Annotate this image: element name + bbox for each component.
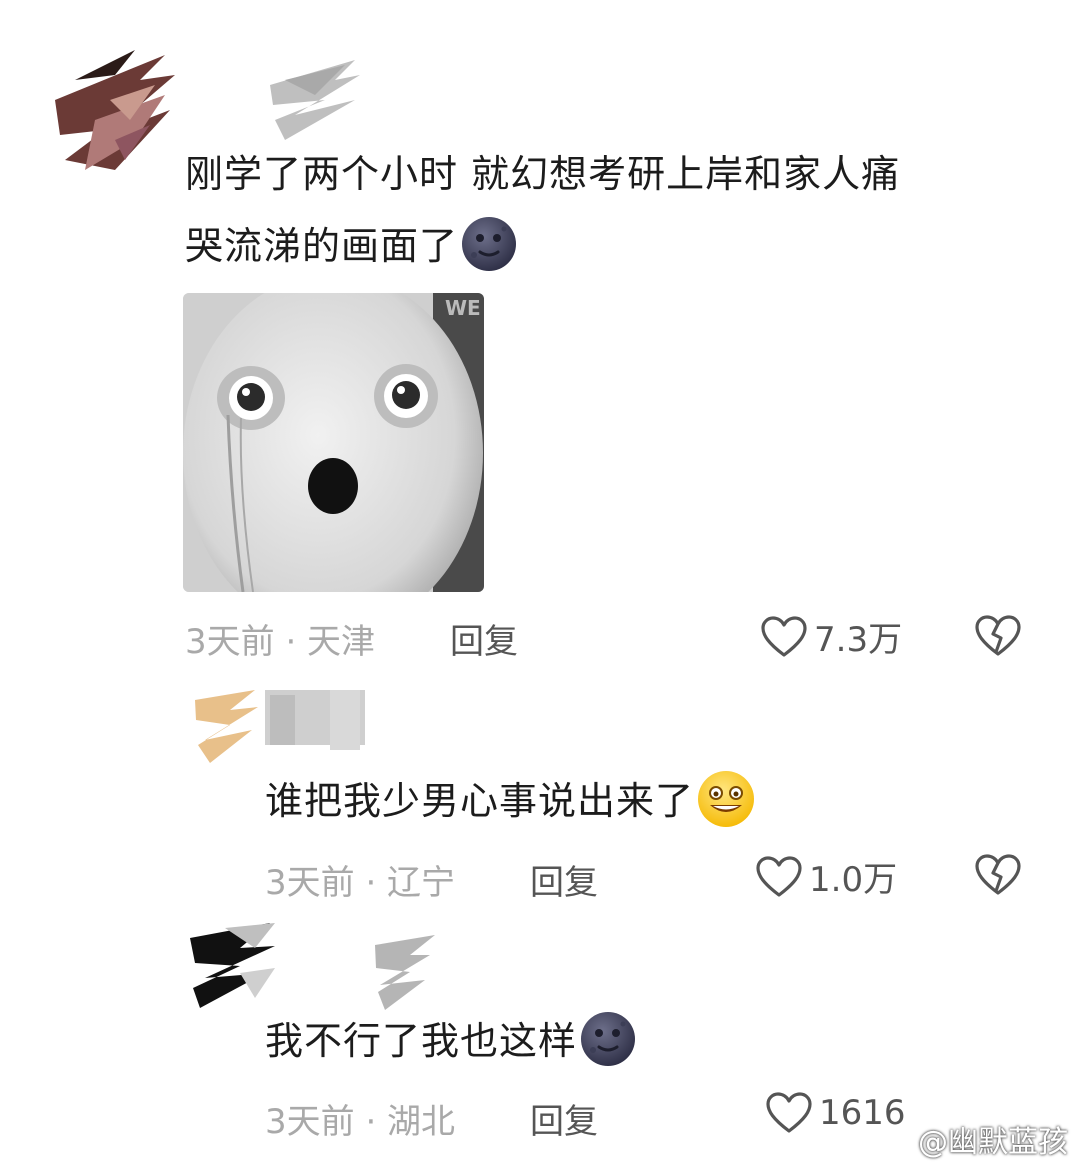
comment-text-line: 谁把我少男心事说出来了 — [265, 779, 695, 823]
comment-text: 谁把我少男心事说出来了 — [265, 765, 965, 837]
comment-text-line1: 刚学了两个小时 就幻想考研上岸和家人痛 — [185, 152, 901, 196]
grinning-face-icon — [698, 770, 755, 827]
broken-heart-icon[interactable] — [974, 853, 1022, 897]
weibo-logo-icon — [876, 1125, 912, 1154]
heart-icon — [756, 855, 802, 897]
svg-text:WE: WE — [445, 296, 481, 320]
avatar-redacted[interactable] — [185, 918, 280, 1013]
username-redacted[interactable] — [370, 930, 440, 1015]
comment-text: 我不行了我也这样 — [265, 1005, 965, 1077]
reply-button[interactable]: 回复 — [530, 1094, 598, 1143]
avatar-redacted[interactable] — [45, 40, 180, 180]
comment-text-line: 我不行了我也这样 — [265, 1019, 578, 1063]
comment-meta: 3天前 · 天津 — [185, 622, 376, 662]
comment-text-line2: 哭流涕的画面了 — [185, 224, 459, 268]
heart-icon — [761, 615, 807, 657]
watermark-text: @幽默蓝孩 — [918, 1125, 1068, 1160]
moon-face-icon — [462, 216, 517, 271]
avatar-redacted[interactable] — [190, 685, 260, 765]
heart-icon — [766, 1092, 812, 1133]
like-button[interactable]: 7.3万 — [760, 612, 902, 661]
like-count: 7.3万 — [814, 620, 903, 660]
watermark: @幽默蓝孩 — [876, 1117, 1068, 1161]
comment-image[interactable]: WE — [183, 293, 484, 592]
comment-meta: 3天前 · 湖北 — [265, 1102, 456, 1142]
broken-heart-icon[interactable] — [974, 614, 1022, 658]
username-redacted[interactable] — [260, 685, 370, 755]
username-redacted[interactable] — [265, 55, 365, 145]
like-button[interactable]: 1.0万 — [755, 852, 897, 901]
reply-button[interactable]: 回复 — [530, 855, 598, 904]
comment-meta: 3天前 · 辽宁 — [265, 863, 456, 903]
comment-text: 刚学了两个小时 就幻想考研上岸和家人痛 哭流涕的画面了 — [185, 138, 1025, 282]
like-count: 1.0万 — [809, 860, 898, 900]
reply-button[interactable]: 回复 — [450, 614, 518, 663]
moon-face-icon — [581, 1011, 636, 1066]
